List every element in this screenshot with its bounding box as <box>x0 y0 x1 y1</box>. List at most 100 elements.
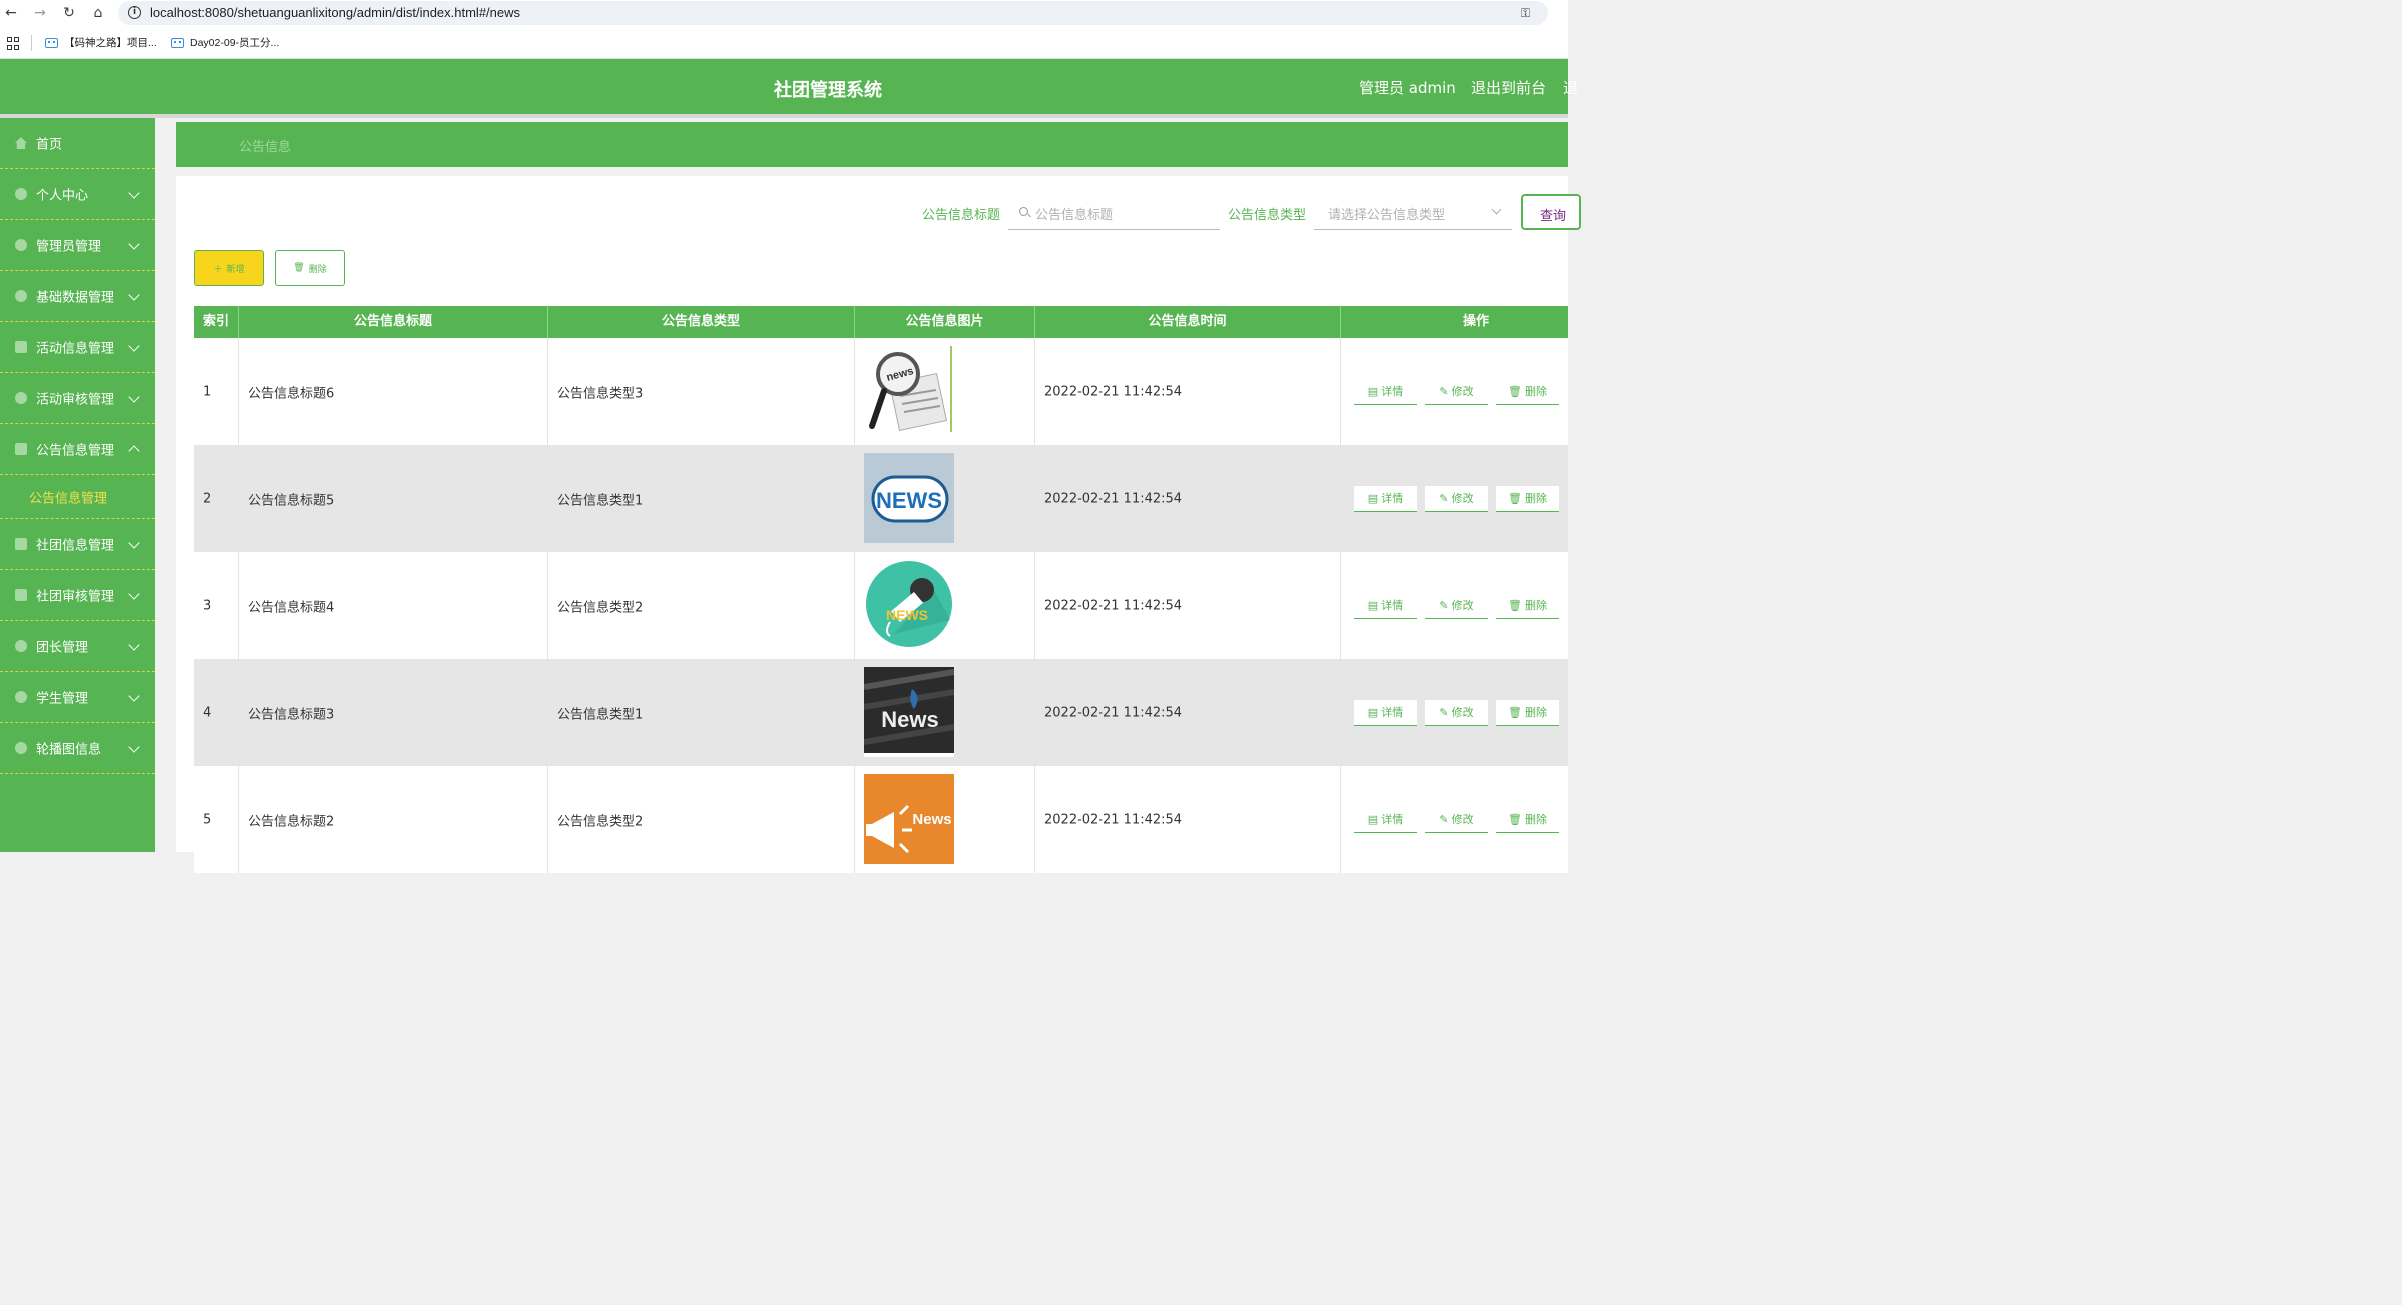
delete-button[interactable]: 🗑 删除 <box>1496 592 1559 619</box>
edit-button[interactable]: ✎ 修改 <box>1425 806 1488 833</box>
delete-label: 删除 <box>1524 706 1547 719</box>
detail-label: 详情 <box>1381 706 1404 719</box>
index-text: 1 <box>203 384 212 399</box>
title-search-placeholder: 公告信息标题 <box>1035 208 1114 223</box>
column-header: 公告信息时间 <box>1035 306 1341 338</box>
notice-image[interactable]: News <box>864 667 954 757</box>
user-icon <box>15 392 27 404</box>
sidebar-item-label: 公告信息管理 <box>36 443 115 459</box>
plus-icon: ＋ <box>213 264 223 275</box>
detail-button[interactable]: ▤ 详情 <box>1354 806 1417 833</box>
sidebar-item-basic-data[interactable]: 基础数据管理 <box>0 271 155 322</box>
user-icon <box>15 239 27 251</box>
notice-image[interactable]: NEWS <box>864 453 954 543</box>
exit-to-front-link[interactable]: 退出到前台 <box>1471 77 1546 98</box>
title-search-input[interactable]: 公告信息标题 <box>1008 196 1220 230</box>
table-row: 4 公告信息标题3 公告信息类型1 News 2022-02-21 11:42:… <box>194 659 1568 766</box>
time-text: 2022-02-21 11:42:54 <box>1044 705 1183 720</box>
time-text: 2022-02-21 11:42:54 <box>1044 598 1183 613</box>
monitor-icon <box>15 538 27 550</box>
batch-delete-button[interactable]: 🗑 删除 <box>275 250 345 286</box>
type-text: 公告信息类型2 <box>557 814 644 829</box>
bookmark-label: 【码神之路】项目... <box>64 37 157 49</box>
sidebar-item-student-manage[interactable]: 学生管理 <box>0 672 155 723</box>
title-search-label: 公告信息标题 <box>922 208 1001 223</box>
forward-icon[interactable]: → <box>31 4 49 22</box>
back-icon[interactable]: ← <box>2 4 20 22</box>
sidebar-item-home[interactable]: 首页 <box>0 118 155 169</box>
breadcrumb-current: 公告信息 <box>239 140 292 155</box>
breadcrumb: 公告信息 <box>176 122 1568 167</box>
title-text: 公告信息标题4 <box>248 600 335 615</box>
reload-icon[interactable]: ↻ <box>60 4 78 22</box>
index-text: 5 <box>203 812 212 827</box>
sidebar-item-notice-manage[interactable]: 公告信息管理 <box>0 424 155 475</box>
chevron-down-icon <box>128 187 140 199</box>
apps-grid-icon[interactable] <box>7 37 20 50</box>
type-select[interactable]: 请选择公告信息类型 <box>1314 196 1512 230</box>
home-icon[interactable]: ⌂ <box>89 4 107 22</box>
chevron-down-icon <box>128 289 140 301</box>
detail-button[interactable]: ▤ 详情 <box>1354 378 1417 405</box>
sidebar-item-label: 学生管理 <box>36 691 89 707</box>
edit-button[interactable]: ✎ 修改 <box>1425 699 1488 726</box>
password-key-icon[interactable]: ⚿ <box>1521 6 1530 21</box>
sidebar-item-label: 活动审核管理 <box>36 392 115 408</box>
chevron-down-icon <box>128 639 140 651</box>
sidebar-item-admin-manage[interactable]: 管理员管理 <box>0 220 155 271</box>
bookmark-item[interactable]: Day02-09-员工分... <box>171 35 279 50</box>
edit-button[interactable]: ✎ 修改 <box>1425 485 1488 512</box>
detail-label: 详情 <box>1381 813 1404 826</box>
sidebar-item-leader-manage[interactable]: 团长管理 <box>0 621 155 672</box>
edit-label: 修改 <box>1451 599 1474 612</box>
bookmark-item[interactable]: 【码神之路】项目... <box>45 35 157 50</box>
detail-button[interactable]: ▤ 详情 <box>1354 592 1417 619</box>
sidebar-item-activity-info[interactable]: 活动信息管理 <box>0 322 155 373</box>
edit-button[interactable]: ✎ 修改 <box>1425 378 1488 405</box>
edit-button[interactable]: ✎ 修改 <box>1425 592 1488 619</box>
type-text: 公告信息类型1 <box>557 707 644 722</box>
chevron-down-icon <box>128 741 140 753</box>
person-icon <box>15 691 27 703</box>
notice-image[interactable]: news <box>864 346 954 436</box>
delete-button[interactable]: 🗑 删除 <box>1496 699 1559 726</box>
table-row: 2 公告信息标题5 公告信息类型1 NEWS 2022-02-21 11:42:… <box>194 445 1568 552</box>
detail-button[interactable]: ▤ 详情 <box>1354 485 1417 512</box>
bilibili-icon <box>45 37 58 48</box>
type-text: 公告信息类型2 <box>557 600 644 615</box>
app-header: 社团管理系统 管理员 admin 退出到前台 退 <box>0 59 1578 114</box>
image-caption: News <box>912 811 951 828</box>
sidebar-item-personal-center[interactable]: 个人中心 <box>0 169 155 220</box>
delete-button[interactable]: 🗑 删除 <box>1496 806 1559 833</box>
sidebar-item-club-info[interactable]: 社团信息管理 <box>0 519 155 570</box>
chevron-up-icon <box>128 445 140 457</box>
delete-button[interactable]: 🗑 删除 <box>1496 485 1559 512</box>
notice-image[interactable]: News <box>864 774 954 864</box>
title-cell: 公告信息标题3 <box>239 659 548 766</box>
browser-toolbar: ← → ↻ ⌂ i localhost:8080/shetuanguanlixi… <box>0 0 1568 26</box>
title-text: 公告信息标题6 <box>248 386 335 401</box>
sidebar-item-carousel[interactable]: 轮播图信息 <box>0 723 155 774</box>
table-header: 索引 公告信息标题 公告信息类型 公告信息图片 公告信息时间 操作 <box>194 306 1568 338</box>
column-header: 公告信息标题 <box>239 306 548 338</box>
title-text: 公告信息标题3 <box>248 707 335 722</box>
sidebar-item-label: 社团信息管理 <box>36 538 115 554</box>
actions-cell: ▤ 详情 ✎ 修改 🗑 删除 <box>1341 445 1568 552</box>
address-bar[interactable]: i localhost:8080/shetuanguanlixitong/adm… <box>118 1 1548 25</box>
site-info-icon[interactable]: i <box>128 6 141 19</box>
query-button[interactable]: 查询 <box>1521 194 1581 230</box>
detail-button[interactable]: ▤ 详情 <box>1354 699 1417 726</box>
sidebar-item-club-review[interactable]: 社团审核管理 <box>0 570 155 621</box>
delete-label: 删除 <box>1524 813 1547 826</box>
index-cell: 4 <box>194 659 239 766</box>
notice-image[interactable]: NEWS <box>864 560 954 650</box>
delete-button[interactable]: 🗑 删除 <box>1496 378 1559 405</box>
pencil-icon: ✎ <box>1439 705 1449 719</box>
sidebar-subitem-notice-manage[interactable]: 公告信息管理 <box>0 475 155 519</box>
add-button[interactable]: ＋ 新增 <box>194 250 264 286</box>
trash-icon: 🗑 <box>1508 812 1522 826</box>
sidebar-item-activity-review[interactable]: 活动审核管理 <box>0 373 155 424</box>
logout-link[interactable]: 退 <box>1563 77 1578 98</box>
chevron-down-icon <box>128 690 140 702</box>
column-header: 公告信息图片 <box>855 306 1035 338</box>
